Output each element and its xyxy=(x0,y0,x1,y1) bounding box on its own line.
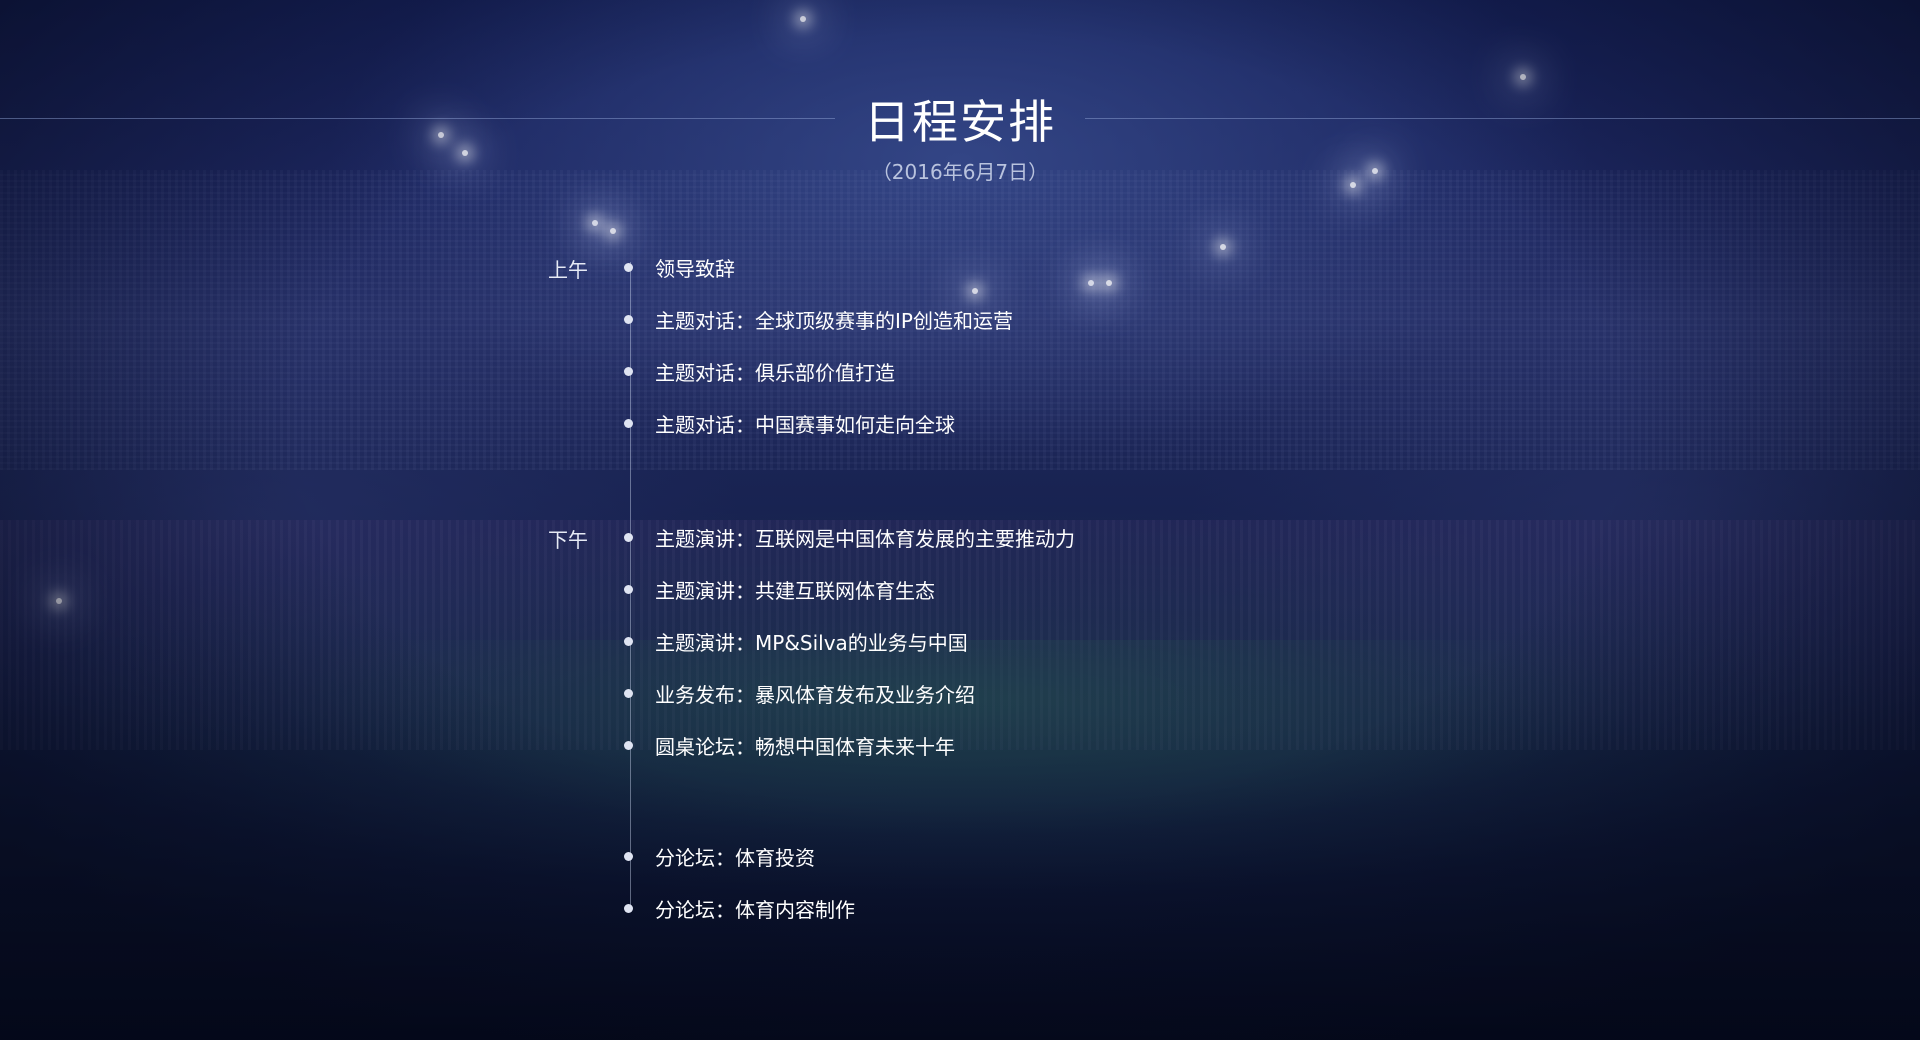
agenda-item-text: 圆桌论坛：畅想中国体育未来十年 xyxy=(655,734,955,759)
agenda-item: 主题对话：全球顶级赛事的IP创造和运营 xyxy=(624,305,1013,333)
agenda-item: 圆桌论坛：畅想中国体育未来十年 xyxy=(624,731,955,759)
agenda-item: 业务发布：暴风体育发布及业务介绍 xyxy=(624,679,975,707)
agenda-item: 分论坛：体育内容制作 xyxy=(624,894,855,922)
period-afternoon-label: 下午 xyxy=(548,528,588,552)
agenda-item-text: 主题对话：俱乐部价值打造 xyxy=(655,360,895,385)
agenda-item-text: 业务发布：暴风体育发布及业务介绍 xyxy=(655,682,975,707)
agenda-item: 主题演讲：共建互联网体育生态 xyxy=(624,575,935,603)
timeline-dot-icon xyxy=(624,532,633,542)
page-title: 日程安排 xyxy=(864,95,1056,149)
timeline-dot-icon xyxy=(624,584,633,594)
timeline-dot-icon xyxy=(624,740,633,750)
agenda-item-text: 主题对话：中国赛事如何走向全球 xyxy=(655,412,955,437)
agenda-item-text: 主题对话：全球顶级赛事的IP创造和运营 xyxy=(655,308,1013,333)
agenda-item-text: 分论坛：体育内容制作 xyxy=(655,897,855,922)
timeline-dot-icon xyxy=(624,418,633,428)
stadium-background: 日程安排 （2016年6月7日） 上午 领导致辞 主题对话：全球顶级赛事的IP创… xyxy=(0,0,1920,1040)
agenda-item-text: 主题演讲：互联网是中国体育发展的主要推动力 xyxy=(655,526,1075,551)
timeline-dot-icon xyxy=(624,262,633,272)
title-rule-right xyxy=(1085,118,1920,119)
timeline-dot-icon xyxy=(624,366,633,376)
timeline-dot-icon xyxy=(624,903,633,913)
timeline-dot-icon xyxy=(624,688,633,698)
agenda-item: 主题对话：中国赛事如何走向全球 xyxy=(624,409,955,437)
period-morning-label: 上午 xyxy=(548,258,588,282)
timeline-dot-icon xyxy=(624,851,633,861)
agenda-item-text: 主题演讲：MP&Silva的业务与中国 xyxy=(655,630,968,655)
title-rule-left xyxy=(0,118,835,119)
agenda-item: 主题对话：俱乐部价值打造 xyxy=(624,357,895,385)
agenda-item: 分论坛：体育投资 xyxy=(624,842,815,870)
schedule-date: （2016年6月7日） xyxy=(871,160,1049,184)
agenda-item-text: 领导致辞 xyxy=(655,256,735,281)
agenda-item-text: 主题演讲：共建互联网体育生态 xyxy=(655,578,935,603)
agenda-item: 主题演讲：MP&Silva的业务与中国 xyxy=(624,627,968,655)
timeline-dot-icon xyxy=(624,636,633,646)
timeline-dot-icon xyxy=(624,314,633,324)
agenda-item: 领导致辞 xyxy=(624,253,735,281)
agenda-item: 主题演讲：互联网是中国体育发展的主要推动力 xyxy=(624,523,1075,551)
agenda-item-text: 分论坛：体育投资 xyxy=(655,845,815,870)
